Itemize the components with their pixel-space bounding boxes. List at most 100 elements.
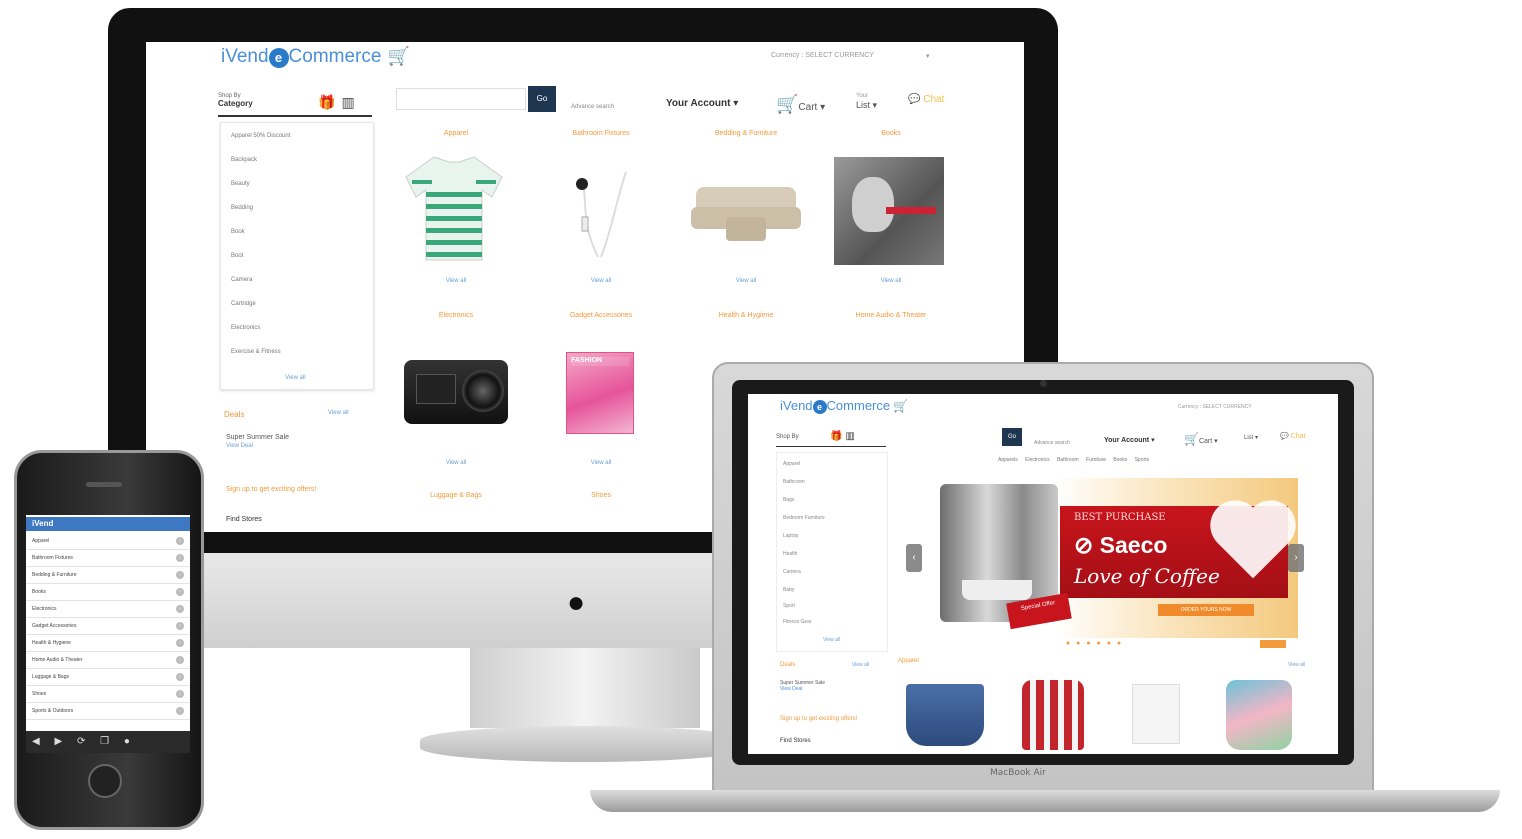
mobile-category-row[interactable]: Sports & Outdoors ›: [26, 703, 190, 720]
deal-link[interactable]: View Deal: [780, 686, 802, 692]
mobile-category-row[interactable]: Electronics ›: [26, 601, 190, 618]
deal-link[interactable]: View Deal: [226, 442, 289, 450]
striped-dress-image[interactable]: [1022, 680, 1084, 750]
list-menu[interactable]: List ▾: [1244, 434, 1258, 441]
category-title[interactable]: Shoes: [531, 492, 671, 499]
sidebar-item[interactable]: Backpack: [231, 157, 257, 163]
chat-button[interactable]: 💬 Chat: [908, 94, 944, 105]
striped-shirt-image[interactable]: [404, 152, 504, 262]
home-button[interactable]: [88, 764, 122, 798]
apparel-view-all-link[interactable]: View all: [1288, 662, 1305, 668]
chevron-down-icon[interactable]: ▾: [926, 52, 930, 60]
mobile-category-row[interactable]: Home Audio & Theater ›: [26, 652, 190, 669]
category-title[interactable]: Bedding & Furniture: [676, 130, 816, 137]
sidebar-item[interactable]: Camera: [783, 569, 801, 575]
sidebar-item[interactable]: Exercise & Fitness: [231, 349, 281, 355]
sidebar-item[interactable]: Boot: [231, 253, 243, 259]
store-icon[interactable]: ▥: [341, 94, 360, 110]
search-go-button[interactable]: Go: [1002, 428, 1022, 446]
sidebar-item[interactable]: Health: [783, 551, 797, 557]
browser-toolbar[interactable]: ◀ ▶ ⟳ ❐ ●: [26, 731, 190, 753]
store-icon[interactable]: ▥: [845, 431, 857, 442]
mobile-category-row[interactable]: Gadget Accessories ›: [26, 618, 190, 635]
view-all-link[interactable]: View all: [531, 278, 671, 284]
sidebar-item[interactable]: Cartridge: [231, 301, 256, 307]
find-stores-link[interactable]: Find Stores: [226, 516, 262, 523]
category-title[interactable]: Apparel: [386, 130, 526, 137]
view-all-link[interactable]: View all: [386, 460, 526, 466]
kids-dress-image[interactable]: [1226, 680, 1292, 750]
mobile-category-row[interactable]: Shoes ›: [26, 686, 190, 703]
order-now-button[interactable]: ORDER YOURS NOW: [1158, 604, 1254, 616]
advanced-search-link[interactable]: Advance search: [571, 104, 614, 110]
album-cover-image[interactable]: [834, 157, 944, 265]
gift-icon[interactable]: 🎁: [830, 431, 845, 442]
mobile-category-row[interactable]: Books ›: [26, 584, 190, 601]
slider-next-button[interactable]: ›: [1288, 544, 1304, 572]
sidebar-item[interactable]: Apparel 50% Discount: [231, 133, 290, 139]
shop-mode-icons[interactable]: 🎁▥: [318, 94, 361, 111]
category-title[interactable]: Books: [821, 130, 961, 137]
account-menu[interactable]: Your Account ▾: [1104, 436, 1155, 444]
mobile-category-row[interactable]: Apparel ›: [26, 533, 190, 550]
currency-selector[interactable]: Currency : SELECT CURRENCY: [1178, 404, 1252, 410]
sofa-image[interactable]: [691, 177, 801, 247]
view-all-link[interactable]: View all: [386, 278, 526, 284]
cart-menu[interactable]: 🛒Cart ▾: [1184, 432, 1218, 446]
sidebar-item[interactable]: Baby: [783, 587, 794, 593]
sidebar-item[interactable]: Bedding: [231, 205, 253, 211]
signup-link[interactable]: Sign up to get exciting offers!: [780, 716, 857, 722]
shop-by-selector[interactable]: Shop By Category: [218, 92, 253, 109]
white-shirt-image[interactable]: [1132, 684, 1180, 744]
category-title[interactable]: Gadget Accessories: [531, 312, 671, 319]
list-menu[interactable]: Your List ▾: [856, 92, 877, 110]
category-title[interactable]: Luggage & Bags: [386, 492, 526, 499]
store-logo[interactable]: iVend e Commerce 🛒: [221, 46, 410, 68]
advanced-search-link[interactable]: Advance search: [1034, 440, 1070, 446]
camera-image[interactable]: [404, 360, 508, 424]
sidebar-item[interactable]: Book: [231, 229, 245, 235]
mobile-category-row[interactable]: Luggage & Bags ›: [26, 669, 190, 686]
sidebar-view-all-link[interactable]: View all: [823, 637, 840, 643]
sidebar-item[interactable]: Fitness Gear: [783, 619, 812, 625]
magazine-image[interactable]: FASHION: [566, 352, 634, 434]
sidebar-item[interactable]: Camera: [231, 277, 252, 283]
view-all-link[interactable]: View all: [821, 278, 961, 284]
sidebar-item[interactable]: Laptop: [783, 533, 798, 539]
mobile-header[interactable]: iVend: [26, 517, 190, 531]
sidebar-item[interactable]: Beauty: [231, 181, 250, 187]
sidebar-item[interactable]: Bathroom: [783, 479, 805, 485]
slider-more-button[interactable]: [1260, 640, 1286, 648]
search-go-button[interactable]: Go: [528, 86, 556, 112]
search-input[interactable]: [396, 88, 526, 110]
sidebar-view-all-link[interactable]: View all: [285, 375, 306, 381]
earphones-image[interactable]: [556, 162, 646, 262]
mobile-category-row[interactable]: Bedding & Furniture ›: [26, 567, 190, 584]
slider-prev-button[interactable]: ‹: [906, 544, 922, 572]
sidebar-item[interactable]: Bedroom Furniture: [783, 515, 825, 521]
sidebar-item[interactable]: Sport: [783, 603, 795, 609]
shop-mode-icons[interactable]: 🎁▥: [830, 431, 858, 442]
store-logo[interactable]: iVend e Commerce 🛒: [780, 398, 908, 414]
sidebar-item[interactable]: Electronics: [231, 325, 260, 331]
deals-view-all-link[interactable]: View all: [852, 662, 869, 668]
gift-icon[interactable]: 🎁: [318, 94, 341, 110]
sidebar-item[interactable]: Apparel: [783, 461, 800, 467]
slider-dots[interactable]: ● ● ● ● ● ●: [1066, 640, 1123, 647]
shop-by-label[interactable]: Shop By: [776, 434, 799, 440]
mobile-category-row[interactable]: Bathroom Fixtures ›: [26, 550, 190, 567]
account-menu[interactable]: Your Account ▾: [666, 98, 738, 109]
currency-selector[interactable]: Currency : SELECT CURRENCY: [771, 52, 874, 59]
category-title[interactable]: Health & Hygiene: [676, 312, 816, 319]
denim-shorts-image[interactable]: [906, 684, 984, 746]
signup-link[interactable]: Sign up to get exciting offers!: [226, 486, 316, 493]
category-title[interactable]: Bathroom Fixtures: [531, 130, 671, 137]
deals-view-all-link[interactable]: View all: [328, 410, 349, 416]
sidebar-item[interactable]: Bags: [783, 497, 794, 503]
find-stores-link[interactable]: Find Stores: [780, 738, 811, 744]
deal-item[interactable]: Super Summer Sale View Deal: [226, 434, 289, 450]
view-all-link[interactable]: View all: [676, 278, 816, 284]
view-all-link[interactable]: View all: [531, 460, 671, 466]
mobile-category-row[interactable]: Health & Hygiene ›: [26, 635, 190, 652]
top-nav[interactable]: Apparels Electronics Bathroom Furniture …: [998, 457, 1149, 463]
